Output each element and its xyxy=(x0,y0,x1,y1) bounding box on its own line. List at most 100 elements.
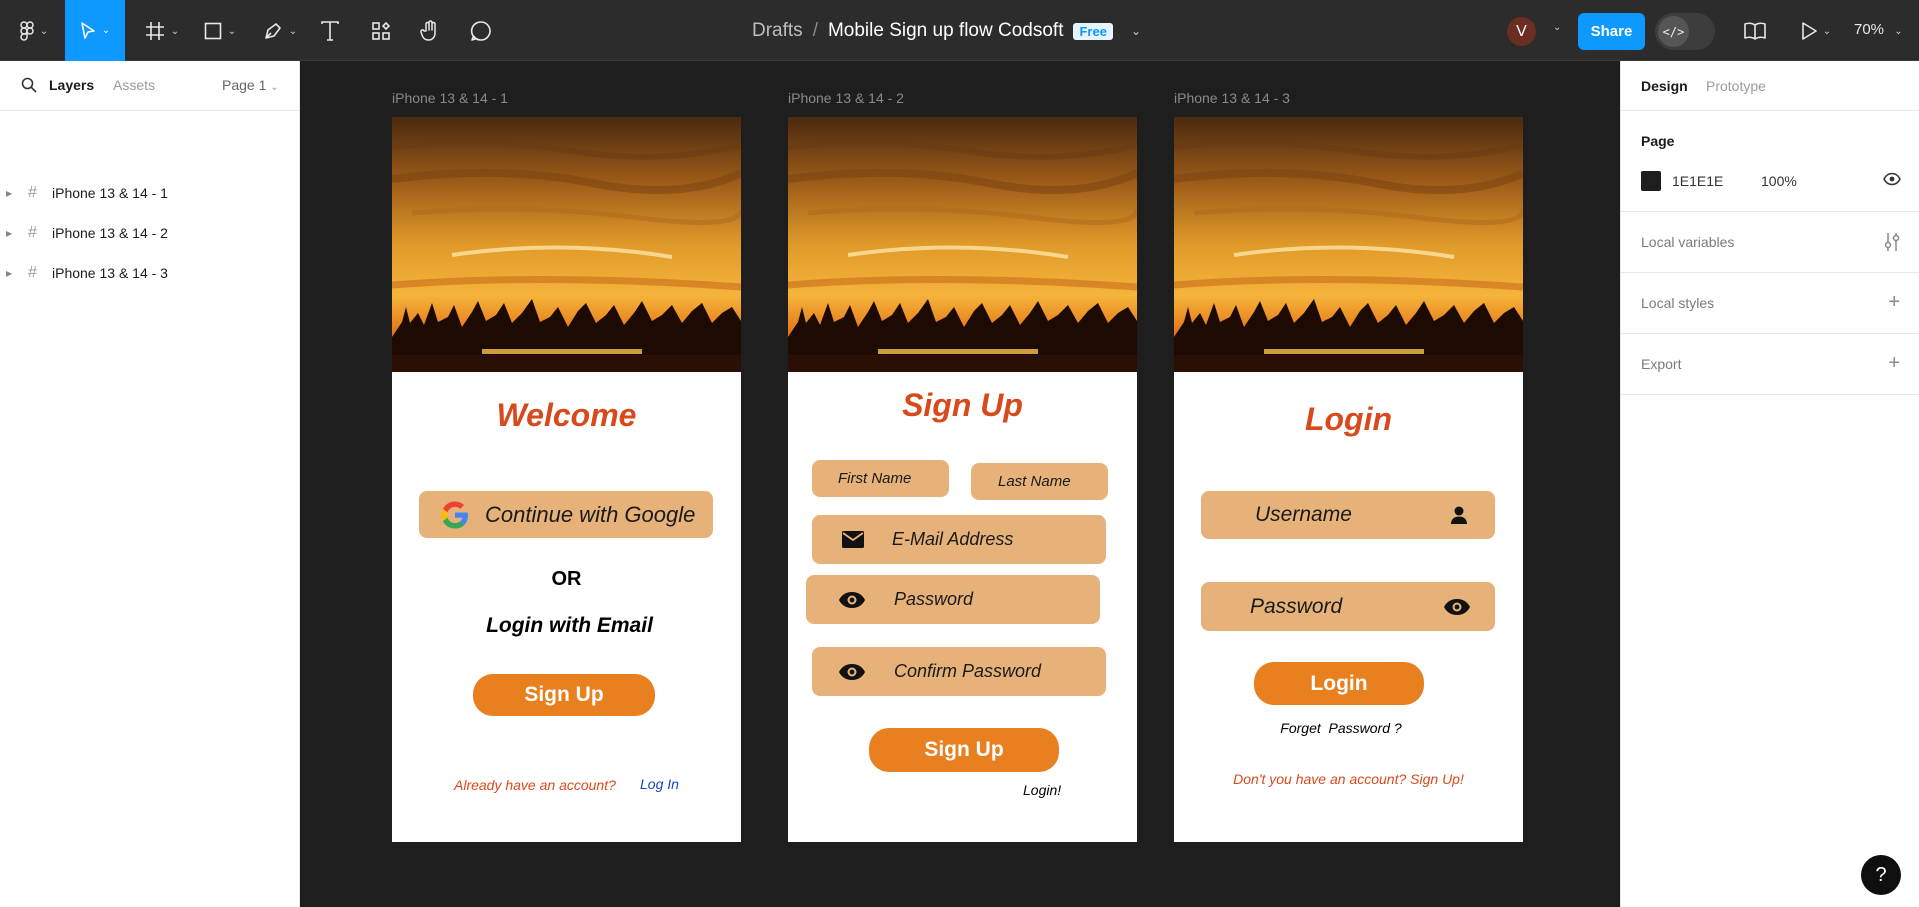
file-title[interactable]: Mobile Sign up flow Codsoft xyxy=(828,20,1064,42)
frame-signup[interactable]: Sign Up First Name Last Name E-Mail Addr… xyxy=(788,117,1137,842)
hand-tool-button[interactable] xyxy=(415,12,445,50)
avatar-chevron-icon[interactable]: ⌄ xyxy=(1553,22,1561,33)
signup-button[interactable]: Sign Up xyxy=(473,674,655,716)
expand-caret-icon[interactable]: ▶ xyxy=(6,229,16,238)
tab-prototype[interactable]: Prototype xyxy=(1706,78,1766,94)
zoom-level[interactable]: 70% ⌄ xyxy=(1854,21,1903,38)
comment-tool-button[interactable] xyxy=(466,12,496,50)
tab-layers[interactable]: Layers xyxy=(49,77,94,93)
shape-tool-button[interactable]: ⌄ xyxy=(198,12,242,50)
text-icon xyxy=(321,21,339,41)
expand-caret-icon[interactable]: ▶ xyxy=(6,189,16,198)
signup-button[interactable]: Sign Up xyxy=(869,728,1059,772)
figma-logo-icon xyxy=(20,21,34,41)
email-field[interactable]: E-Mail Address xyxy=(812,515,1106,564)
chevron-down-icon: ⌄ xyxy=(1894,26,1903,37)
variables-icon[interactable] xyxy=(1884,232,1900,252)
or-divider-text: OR xyxy=(551,568,582,590)
frame-login[interactable]: Login Username Password Login Forget Pas… xyxy=(1174,117,1523,842)
eye-icon[interactable] xyxy=(838,663,866,681)
layers-panel-tabs: Layers Assets Page 1 ⌄ xyxy=(0,61,299,111)
page-color-swatch[interactable] xyxy=(1641,171,1661,191)
frame-icon: # xyxy=(28,184,37,201)
expand-caret-icon[interactable]: ▶ xyxy=(6,269,16,278)
drafts-breadcrumb[interactable]: Drafts xyxy=(752,20,803,42)
already-have-account-text: Already have an account? xyxy=(454,777,616,793)
page-selector[interactable]: Page 1 ⌄ xyxy=(222,77,279,93)
local-variables-section[interactable]: Local variables xyxy=(1621,212,1919,273)
continue-with-google-button[interactable]: Continue with Google xyxy=(419,491,713,538)
rectangle-icon xyxy=(204,22,222,40)
export-label: Export xyxy=(1641,356,1682,372)
layer-label: iPhone 13 & 14 - 3 xyxy=(52,265,168,281)
share-button[interactable]: Share xyxy=(1578,13,1645,50)
page-color-hex[interactable]: 1E1E1E xyxy=(1672,173,1723,189)
dev-mode-toggle[interactable]: </> xyxy=(1655,13,1715,50)
password-label: Password xyxy=(1250,594,1343,618)
frame-label[interactable]: iPhone 13 & 14 - 1 xyxy=(392,90,508,106)
zoom-value: 70% xyxy=(1854,21,1885,38)
move-icon xyxy=(80,21,95,39)
help-button[interactable]: ? xyxy=(1861,855,1901,895)
frame-welcome[interactable]: Welcome Continue with Google OR Login wi… xyxy=(392,117,741,842)
local-styles-section[interactable]: Local styles + xyxy=(1621,273,1919,334)
chevron-down-icon: ⌄ xyxy=(101,25,111,36)
log-in-link[interactable]: Log In xyxy=(640,776,679,792)
login-button[interactable]: Login xyxy=(1254,662,1424,705)
google-button-label: Continue with Google xyxy=(485,501,696,527)
chevron-down-icon: ⌄ xyxy=(270,82,279,93)
google-icon xyxy=(441,501,468,528)
layers-panel: Layers Assets Page 1 ⌄ ▶ # iPhone 13 & 1… xyxy=(0,61,300,907)
layer-row[interactable]: ▶ # iPhone 13 & 14 - 1 xyxy=(0,176,300,210)
text-tool-button[interactable] xyxy=(316,12,344,50)
login-link[interactable]: Login! xyxy=(1023,782,1061,798)
page-opacity[interactable]: 100% xyxy=(1761,173,1797,189)
frame-tool-button[interactable]: ⌄ xyxy=(140,12,184,50)
username-label: Username xyxy=(1255,503,1352,526)
play-icon xyxy=(1801,22,1817,40)
resources-button[interactable] xyxy=(366,12,396,50)
avatar[interactable]: V xyxy=(1507,17,1536,46)
first-name-field[interactable]: First Name xyxy=(812,460,949,497)
chevron-down-icon: ⌄ xyxy=(39,25,49,37)
add-export-plus-icon[interactable]: + xyxy=(1888,353,1900,373)
code-icon: </> xyxy=(1658,16,1689,47)
library-button[interactable] xyxy=(1741,12,1769,50)
confirm-password-field[interactable]: Confirm Password xyxy=(812,647,1106,696)
signup-heading: Sign Up xyxy=(902,387,1023,423)
export-section[interactable]: Export + xyxy=(1621,334,1919,395)
book-icon xyxy=(1744,22,1766,40)
tab-assets[interactable]: Assets xyxy=(113,77,155,93)
password-field[interactable]: Password xyxy=(1201,582,1495,631)
present-button[interactable]: ⌄ xyxy=(1796,12,1836,50)
file-menu-chevron-icon[interactable]: ⌄ xyxy=(1131,24,1141,38)
password-field[interactable]: Password xyxy=(806,575,1100,624)
eye-icon[interactable] xyxy=(1883,172,1901,186)
plan-badge[interactable]: Free xyxy=(1073,22,1113,40)
frame-label[interactable]: iPhone 13 & 14 - 3 xyxy=(1174,90,1290,106)
login-heading: Login xyxy=(1304,401,1393,437)
main-menu-button[interactable]: ⌄ xyxy=(14,12,54,50)
last-name-field[interactable]: Last Name xyxy=(971,463,1108,500)
layer-row[interactable]: ▶ # iPhone 13 & 14 - 2 xyxy=(0,216,300,250)
login-with-email-link[interactable]: Login with Email xyxy=(392,614,741,638)
signup-prompt-link[interactable]: Don't you have an account? Sign Up! xyxy=(1174,771,1523,787)
eye-icon[interactable] xyxy=(1443,598,1471,616)
pen-tool-button[interactable]: ⌄ xyxy=(258,12,302,50)
tab-design[interactable]: Design xyxy=(1641,78,1688,94)
move-tool-button[interactable]: ⌄ xyxy=(65,0,125,61)
chevron-down-icon: ⌄ xyxy=(288,25,298,37)
pen-icon xyxy=(264,23,281,39)
add-style-plus-icon[interactable]: + xyxy=(1888,292,1900,312)
toolbar: ⌄ ⌄ ⌄ ⌄ ⌄ Drafts / Mobile Sign up flow C… xyxy=(0,0,1919,61)
sunset-image xyxy=(392,117,741,372)
forgot-password-link[interactable]: Forget Password ? xyxy=(1174,720,1508,736)
frame-label[interactable]: iPhone 13 & 14 - 2 xyxy=(788,90,904,106)
sunset-image xyxy=(1174,117,1523,372)
layer-row[interactable]: ▶ # iPhone 13 & 14 - 3 xyxy=(0,256,300,290)
design-panel-tabs: Design Prototype xyxy=(1621,61,1919,111)
page-selector-label: Page 1 xyxy=(222,77,267,93)
username-field[interactable]: Username xyxy=(1201,491,1495,539)
search-icon[interactable] xyxy=(21,77,37,93)
eye-icon[interactable] xyxy=(838,591,866,609)
